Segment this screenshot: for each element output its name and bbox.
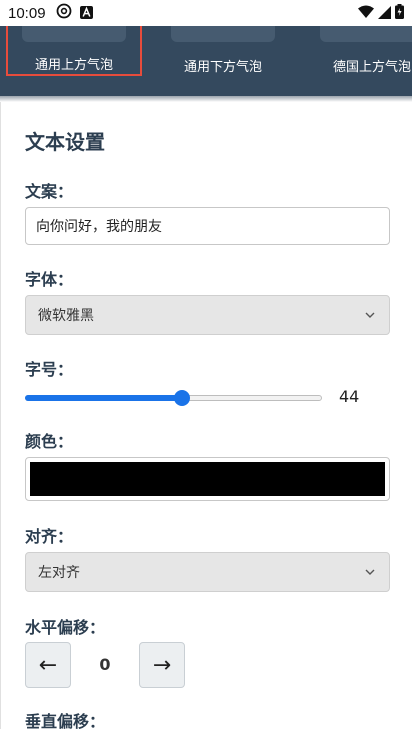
status-bar: 10:09 — [0, 0, 412, 26]
font-select[interactable]: 微软雅黑 — [25, 295, 390, 335]
template-item[interactable]: 通用上方气泡 — [6, 26, 142, 76]
font-label: 字体： — [25, 270, 74, 289]
v-offset-label: 垂直偏移： — [25, 712, 106, 731]
size-label: 字号： — [25, 360, 74, 379]
status-time: 10:09 — [8, 4, 46, 22]
chevron-down-icon — [365, 312, 375, 318]
template-label: 通用上方气泡 — [34, 58, 113, 73]
offset-left-button[interactable]: ← — [25, 642, 71, 688]
template-label: 通用下方气泡 — [183, 60, 262, 75]
h-offset-value: 0 — [99, 655, 111, 674]
panel-title: 文本设置 — [25, 130, 105, 154]
color-picker[interactable] — [25, 457, 390, 501]
notification-a-icon — [79, 4, 93, 23]
arrow-right-icon: → — [152, 652, 172, 678]
font-size-value: 44 — [339, 387, 360, 406]
align-select-value: 左对齐 — [38, 565, 80, 581]
font-size-slider[interactable] — [25, 390, 322, 406]
template-thumbnail — [320, 26, 412, 42]
slider-fill — [25, 395, 183, 401]
template-item[interactable]: 通用下方气泡 — [155, 26, 291, 76]
template-thumbnail — [171, 26, 275, 42]
text-label: 文案： — [25, 182, 74, 201]
h-offset-label: 水平偏移： — [25, 618, 106, 637]
text-settings-panel: 文本设置 文案： 字体： 微软雅黑 字号： 44 颜色： 对齐： 左对齐 水平偏… — [0, 102, 412, 731]
battery-icon — [395, 3, 404, 23]
color-label: 颜色： — [25, 432, 74, 451]
template-strip: 通用上方气泡 通用下方气泡 德国上方气泡 — [0, 26, 412, 96]
signal-icon — [378, 4, 391, 23]
arrow-left-icon: ← — [38, 652, 58, 678]
chevron-down-icon — [365, 569, 375, 575]
at-sign-icon — [56, 3, 72, 23]
status-right — [358, 3, 404, 23]
wifi-icon — [358, 4, 374, 23]
align-label: 对齐： — [25, 527, 74, 546]
template-thumbnail — [22, 26, 126, 42]
offset-right-button[interactable]: → — [139, 642, 185, 688]
slider-thumb[interactable] — [174, 390, 191, 406]
color-swatch — [30, 462, 385, 496]
font-select-value: 微软雅黑 — [38, 308, 94, 324]
template-label: 德国上方气泡 — [332, 60, 411, 75]
align-select[interactable]: 左对齐 — [25, 552, 390, 592]
template-item[interactable]: 德国上方气泡 — [304, 26, 412, 76]
text-content-input[interactable] — [25, 207, 390, 245]
